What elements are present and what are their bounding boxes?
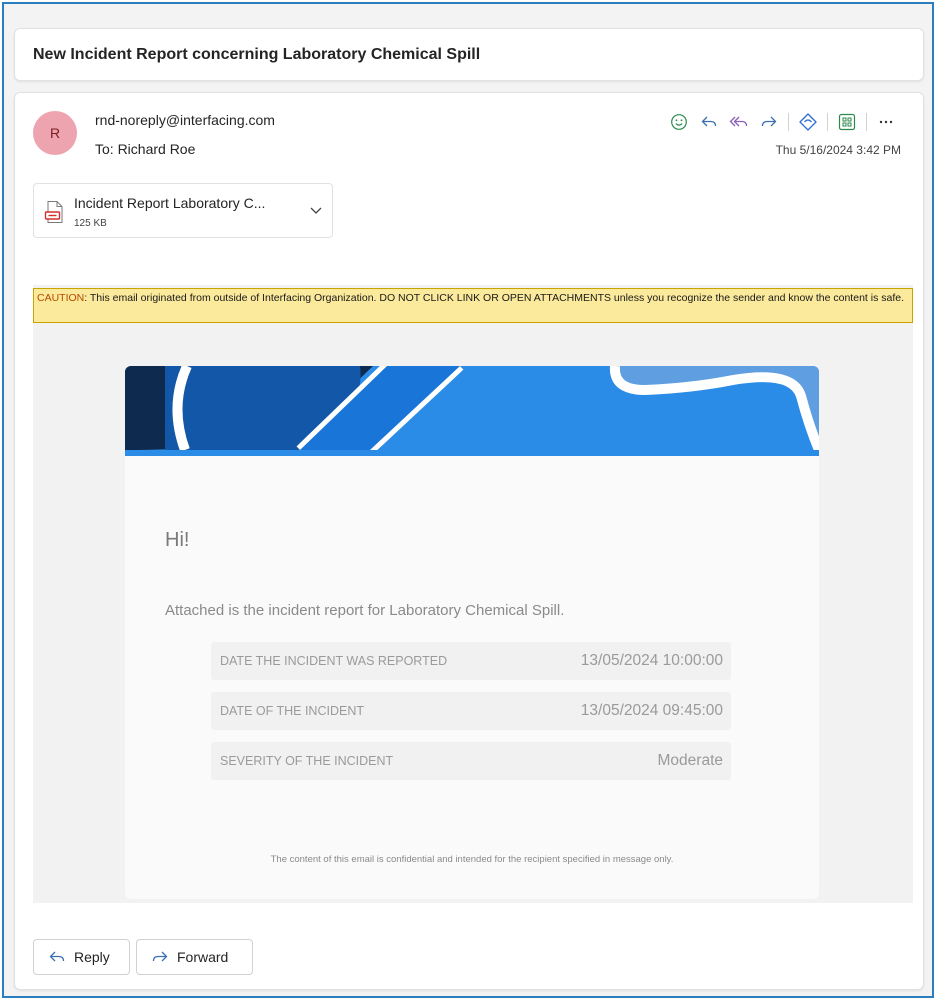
forward-action-button[interactable]: Forward <box>136 939 253 975</box>
attachment-size: 125 KB <box>74 218 107 229</box>
loop-button[interactable] <box>793 109 823 135</box>
detail-value: 13/05/2024 10:00:00 <box>580 652 723 669</box>
reply-icon <box>701 116 717 127</box>
attachment-name: Incident Report Laboratory C... <box>74 195 266 211</box>
confidentiality-note: The content of this email is confidentia… <box>270 854 674 865</box>
message-toolbar <box>664 109 901 135</box>
forward-label: Forward <box>177 949 229 965</box>
detail-label: DATE OF THE INCIDENT <box>220 704 364 718</box>
avatar-initial: R <box>49 125 61 141</box>
reply-all-button[interactable] <box>724 109 754 135</box>
emoji-icon <box>671 114 687 130</box>
detail-label: SEVERITY OF THE INCIDENT <box>220 754 394 768</box>
reply-all-icon <box>729 116 748 127</box>
sender-address[interactable]: rnd-noreply@interfacing.com <box>95 112 275 128</box>
chevron-down-icon[interactable] <box>308 202 324 218</box>
more-icon <box>879 120 893 124</box>
toolbar-divider <box>788 113 789 131</box>
detail-value: 13/05/2024 09:45:00 <box>580 702 723 719</box>
greeting: Hi! <box>165 529 190 551</box>
header-banner <box>125 366 819 456</box>
reply-button[interactable] <box>694 109 724 135</box>
forward-button[interactable] <box>754 109 784 135</box>
subject-bar: New Incident Report concerning Laborator… <box>14 28 924 81</box>
detail-value: Moderate <box>657 752 723 769</box>
apps-icon <box>838 113 856 131</box>
caution-banner: CAUTION: This email originated from outs… <box>33 288 913 323</box>
caution-text: : This email originated from outside of … <box>84 292 905 304</box>
caution-label: CAUTION <box>37 292 85 304</box>
toolbar-divider <box>827 113 828 131</box>
email-content-card: Hi! Attached is the incident report for … <box>125 366 819 899</box>
detail-row-severity: SEVERITY OF THE INCIDENT Moderate <box>211 742 731 780</box>
detail-row-incident-date: DATE OF THE INCIDENT 13/05/2024 09:45:00 <box>211 692 731 730</box>
reply-action-button[interactable]: Reply <box>33 939 130 975</box>
reply-label: Reply <box>74 949 110 965</box>
email-subject: New Incident Report concerning Laborator… <box>33 46 481 63</box>
intro-text: Attached is the incident report for Labo… <box>165 602 565 619</box>
emoji-button[interactable] <box>664 109 694 135</box>
forward-icon <box>152 951 168 962</box>
toolbar-divider <box>866 113 867 131</box>
forward-icon <box>761 116 777 127</box>
message-body: CAUTION: This email originated from outs… <box>33 285 913 903</box>
recipient-line: To: Richard Roe <box>95 141 196 157</box>
pdf-file-icon <box>44 201 63 223</box>
detail-label: DATE THE INCIDENT WAS REPORTED <box>220 654 448 668</box>
reply-icon <box>49 951 65 962</box>
sent-date: Thu 5/16/2024 3:42 PM <box>775 143 901 157</box>
window-frame: New Incident Report concerning Laborator… <box>2 2 934 998</box>
avatar[interactable]: R <box>33 111 77 155</box>
apps-button[interactable] <box>832 109 862 135</box>
more-actions-button[interactable] <box>871 109 901 135</box>
loop-icon <box>799 113 817 131</box>
detail-row-reported: DATE THE INCIDENT WAS REPORTED 13/05/202… <box>211 642 731 680</box>
message-card: R rnd-noreply@interfacing.com To: Richar… <box>14 92 924 990</box>
attachment-card[interactable]: Incident Report Laboratory C... 125 KB <box>33 183 333 238</box>
